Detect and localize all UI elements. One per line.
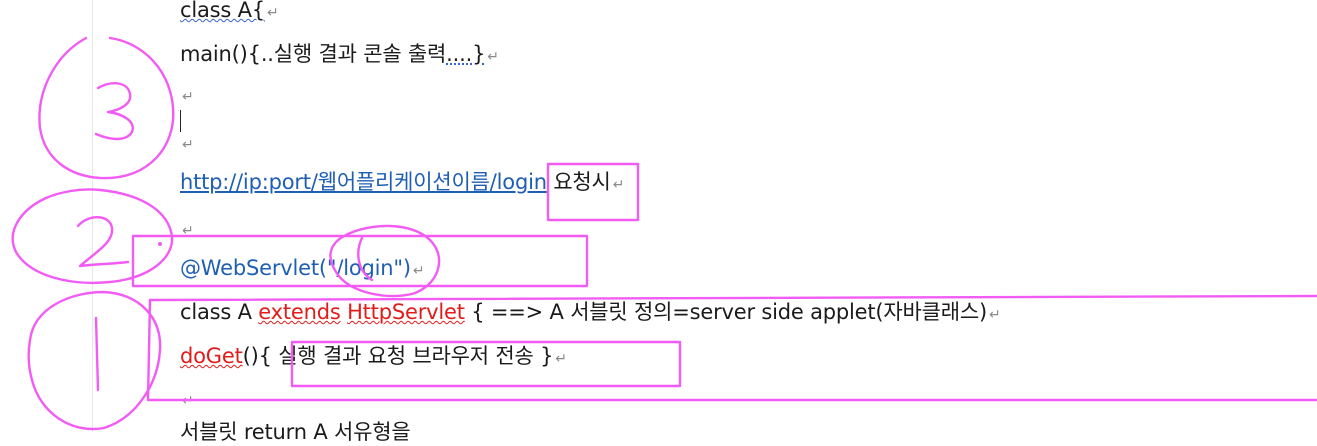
code-line-class-a[interactable]: class A{↵: [180, 0, 279, 27]
code-line-class-extends[interactable]: class A extends HttpServlet { ==> A 서블릿 …: [180, 298, 1001, 329]
document-page[interactable]: class A{↵ main(){..실행 결과 콘솔 출력....} ↵ ↵ ↵…: [0, 0, 1317, 444]
paragraph-mark-icon: ↵: [487, 49, 499, 65]
empty-line[interactable]: ↵: [180, 384, 194, 415]
paragraph-mark-icon: ↵: [989, 307, 1001, 323]
handwritten-3-icon: [94, 82, 134, 141]
code-line-main[interactable]: main(){..실행 결과 콘솔 출력....} ↵: [180, 40, 499, 71]
paragraph-mark-icon: ↵: [266, 5, 279, 21]
paragraph-mark-icon: ↵: [555, 351, 567, 367]
paragraph-mark-icon: ↵: [182, 89, 194, 105]
request-text: 요청시: [553, 170, 611, 194]
paragraph-mark-icon: ↵: [412, 263, 425, 279]
url-link-login[interactable]: /login: [490, 170, 547, 194]
empty-line[interactable]: ↵: [180, 214, 194, 245]
httpservlet-class: HttpServlet: [347, 300, 465, 324]
doget-method: doGet: [180, 344, 243, 368]
paragraph-mark-icon: ↵: [182, 137, 194, 153]
main-close-text: ....}: [446, 42, 486, 66]
doget-comment-text: 실행 결과 요청 브라우저 전송: [278, 344, 534, 368]
code-line-doget[interactable]: doGet(){ 실행 결과 요청 브라우저 전송 } ↵: [180, 342, 567, 373]
doget-close-brace: }: [540, 344, 554, 368]
code-line-url[interactable]: http://ip:port/웹어플리케이션이름/login 요청시 ↵: [180, 168, 624, 199]
extends-keyword: extends: [258, 300, 341, 324]
class-a-declaration: class A: [180, 300, 259, 324]
class-a-text: class A{: [180, 0, 265, 22]
pen-circle-3: [38, 36, 175, 180]
url-link-prefix[interactable]: http://ip:port/웹어플리케이션이름: [180, 170, 490, 194]
annotation-close: ): [402, 256, 411, 280]
handwritten-1-icon: [94, 316, 100, 392]
servlet-definition-text: { ==> A 서블릿 정의=server side applet(자바클래스): [471, 300, 988, 324]
doget-open-brace: (){: [242, 344, 272, 368]
pen-circle-1: [27, 290, 162, 431]
page-margin-line: [92, 0, 93, 432]
main-comment-text: 실행 결과 콘솔 출력: [273, 42, 447, 66]
empty-line[interactable]: ↵: [180, 128, 194, 159]
main-text: main(){..: [180, 42, 274, 66]
empty-line[interactable]: ↵: [180, 80, 194, 111]
pen-dot: [158, 242, 162, 246]
code-line-partial[interactable]: 서블릿 return A 서유형을: [180, 418, 411, 446]
annotation-string: "/login": [326, 256, 403, 280]
paragraph-mark-icon: ↵: [182, 223, 194, 239]
paragraph-mark-icon: ↵: [182, 393, 194, 409]
webservlet-annotation: @WebServlet(: [180, 256, 327, 280]
paragraph-mark-icon: ↵: [612, 177, 625, 193]
partial-line-text: 서블릿 return A 서유형을: [180, 420, 411, 444]
handwritten-2-icon: [76, 216, 130, 268]
code-line-annotation[interactable]: @WebServlet("/login") ↵: [180, 254, 425, 285]
